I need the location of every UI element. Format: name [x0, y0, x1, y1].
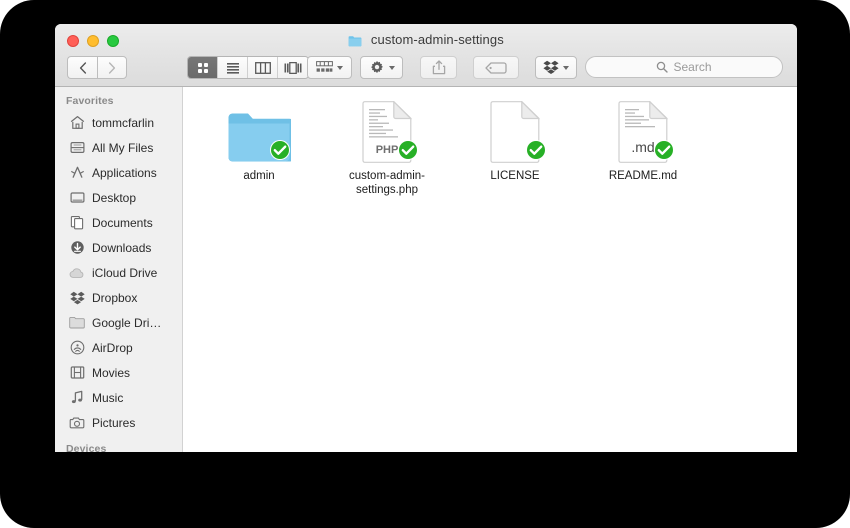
search-input[interactable]: Search: [585, 56, 783, 78]
toolbar: Search: [55, 52, 797, 86]
sidebar-item-icloud-drive[interactable]: iCloud Drive: [55, 260, 182, 285]
file-label: admin: [243, 170, 275, 182]
sidebar-item-label: Downloads: [92, 240, 152, 255]
share-icon: [432, 60, 445, 75]
file-item-license[interactable]: LICENSE: [451, 99, 579, 197]
sidebar[interactable]: Favorites tommcfarlin All My Files Appli…: [55, 87, 183, 452]
dropbox-button[interactable]: [535, 56, 577, 79]
window-title-text: custom-admin-settings: [370, 32, 504, 47]
sidebar-item-label: Dropbox: [92, 290, 138, 305]
all-my-files-icon: [69, 140, 85, 156]
sidebar-item-music[interactable]: Music: [55, 385, 182, 410]
home-icon: [69, 115, 85, 131]
sync-status-badge: [653, 139, 675, 161]
dropbox-icon: [69, 290, 85, 306]
sidebar-item-all-my-files[interactable]: All My Files: [55, 135, 182, 160]
arrange-icon: [316, 61, 333, 72]
folder-icon: [69, 315, 85, 331]
documents-icon: [69, 215, 85, 231]
sidebar-item-google-drive[interactable]: Google Dri…: [55, 310, 182, 335]
columns-icon: [254, 61, 271, 74]
finder-window: custom-admin-settings Search Favorites t…: [55, 24, 797, 452]
sidebar-section-devices-header: Devices: [66, 443, 107, 452]
arrange-button[interactable]: [307, 56, 352, 79]
sidebar-item-label: Applications: [92, 165, 157, 180]
sidebar-item-label: Music: [92, 390, 124, 405]
sidebar-item-label: AirDrop: [92, 340, 133, 355]
coverflow-icon: [284, 61, 302, 74]
sidebar-item-label: Google Dri…: [92, 315, 162, 330]
md-extension-text: .md: [631, 139, 654, 155]
folder-icon: [227, 99, 291, 163]
file-label: LICENSE: [490, 170, 540, 182]
grid-icon: [197, 62, 208, 73]
sidebar-item-tommcfarlin[interactable]: tommcfarlin: [55, 110, 182, 135]
forward-button[interactable]: [97, 56, 127, 79]
window-title: custom-admin-settings: [55, 32, 797, 50]
file-item-readme-md[interactable]: .md README.md: [579, 99, 707, 197]
search-placeholder: Search: [673, 60, 712, 74]
file-browser-content[interactable]: admin PHP custom-admin-settings.php LICE…: [183, 87, 797, 452]
sidebar-item-downloads[interactable]: Downloads: [55, 235, 182, 260]
music-icon: [69, 390, 85, 406]
sync-status-badge: [525, 139, 547, 161]
sidebar-item-label: All My Files: [92, 140, 154, 155]
sync-status-badge: [397, 139, 419, 161]
chevron-right-icon: [108, 61, 116, 74]
back-button[interactable]: [67, 56, 97, 79]
share-button[interactable]: [420, 56, 457, 79]
coverflow-view-button[interactable]: [278, 57, 308, 78]
chevron-left-icon: [79, 61, 86, 74]
tag-icon: [485, 61, 507, 74]
sidebar-item-label: tommcfarlin: [92, 115, 155, 130]
sync-status-badge: [269, 139, 291, 161]
column-view-button[interactable]: [248, 57, 278, 78]
file-item-custom-admin-settings-php[interactable]: PHP custom-admin-settings.php: [323, 99, 451, 197]
folder-icon: [348, 35, 362, 50]
window-body: Favorites tommcfarlin All My Files Appli…: [55, 87, 797, 452]
airdrop-icon: [69, 340, 85, 356]
sidebar-item-pictures[interactable]: Pictures: [55, 410, 182, 435]
markdown-document-icon: .md: [611, 99, 675, 163]
list-view-button[interactable]: [218, 57, 248, 78]
pictures-icon: [69, 415, 85, 431]
sidebar-item-label: iCloud Drive: [92, 265, 158, 280]
sidebar-item-label: Documents: [92, 215, 153, 230]
php-document-icon: PHP: [355, 99, 419, 163]
sidebar-item-airdrop[interactable]: AirDrop: [55, 335, 182, 360]
movies-icon: [69, 365, 85, 381]
dropbox-icon: [543, 60, 559, 74]
chevron-down-icon: [563, 65, 569, 70]
blank-document-icon: [483, 99, 547, 163]
desktop-icon: [69, 190, 85, 206]
window-titlebar: custom-admin-settings Search: [55, 24, 797, 87]
chevron-down-icon: [388, 65, 395, 70]
gear-icon: [370, 60, 383, 73]
downloads-icon: [69, 240, 85, 256]
sidebar-item-label: Movies: [92, 365, 131, 380]
sidebar-section-favorites-header: Favorites: [66, 95, 114, 107]
sidebar-item-label: Pictures: [92, 415, 136, 430]
php-extension-text: PHP: [376, 144, 399, 156]
sidebar-item-desktop[interactable]: Desktop: [55, 185, 182, 210]
file-label: custom-admin-settings.php: [348, 170, 426, 196]
view-mode-segmented-control: [187, 56, 309, 79]
chevron-down-icon: [337, 65, 343, 70]
search-icon: [657, 61, 669, 73]
sidebar-item-label: Desktop: [92, 190, 137, 205]
sidebar-item-movies[interactable]: Movies: [55, 360, 182, 385]
navigation-buttons: [67, 56, 127, 79]
cloud-icon: [69, 265, 85, 281]
list-icon: [226, 62, 239, 74]
sidebar-item-documents[interactable]: Documents: [55, 210, 182, 235]
file-label: README.md: [608, 170, 678, 182]
sidebar-item-applications[interactable]: Applications: [55, 160, 182, 185]
icon-view-button[interactable]: [188, 57, 218, 78]
tags-button[interactable]: [473, 56, 519, 79]
action-button[interactable]: [360, 56, 403, 79]
applications-icon: [69, 165, 85, 181]
file-grid: admin PHP custom-admin-settings.php LICE…: [183, 99, 797, 197]
sidebar-item-dropbox[interactable]: Dropbox: [55, 285, 182, 310]
file-item-admin[interactable]: admin: [195, 99, 323, 197]
